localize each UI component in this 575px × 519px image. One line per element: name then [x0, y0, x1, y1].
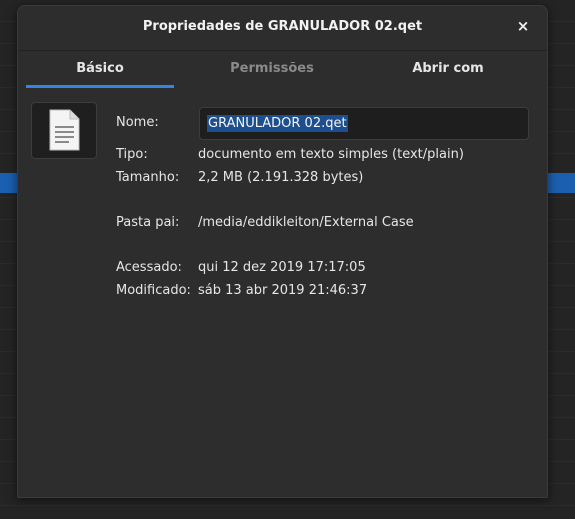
tipo-value: documento em texto simples (text/plain) — [198, 147, 464, 162]
close-icon[interactable]: × — [514, 17, 532, 35]
file-icon-frame — [31, 102, 97, 159]
tab-bar: Básico Permissões Abrir com — [26, 52, 539, 88]
background-selected-row — [0, 173, 17, 193]
acessado-value: qui 12 dez 2019 17:17:05 — [198, 260, 366, 275]
tab-permissoes[interactable]: Permissões — [198, 52, 346, 88]
properties-dialog: Propriedades de GRANULADOR 02.qet × Bási… — [17, 5, 548, 498]
pasta-pai-label: Pasta pai: — [116, 215, 180, 230]
modificado-label: Modificado: — [116, 283, 191, 298]
name-input-value[interactable]: GRANULADOR 02.qet — [207, 115, 348, 132]
tamanho-value: 2,2 MB (2.191.328 bytes) — [198, 170, 364, 185]
tamanho-label: Tamanho: — [116, 170, 180, 185]
acessado-label: Acessado: — [116, 260, 182, 275]
tab-abrir-com[interactable]: Abrir com — [374, 52, 522, 88]
text-document-icon — [49, 109, 80, 151]
modificado-value: sáb 13 abr 2019 21:46:37 — [198, 283, 368, 298]
titlebar: Propriedades de GRANULADOR 02.qet × — [18, 6, 547, 51]
name-input[interactable]: GRANULADOR 02.qet — [199, 107, 529, 140]
tipo-label: Tipo: — [116, 147, 148, 162]
dialog-title: Propriedades de GRANULADOR 02.qet — [142, 19, 423, 34]
tab-basico[interactable]: Básico — [26, 52, 174, 88]
background-selected-row — [547, 173, 575, 193]
pasta-pai-value: /media/eddikleiton/External Case — [198, 215, 414, 230]
nome-label: Nome: — [116, 115, 159, 130]
